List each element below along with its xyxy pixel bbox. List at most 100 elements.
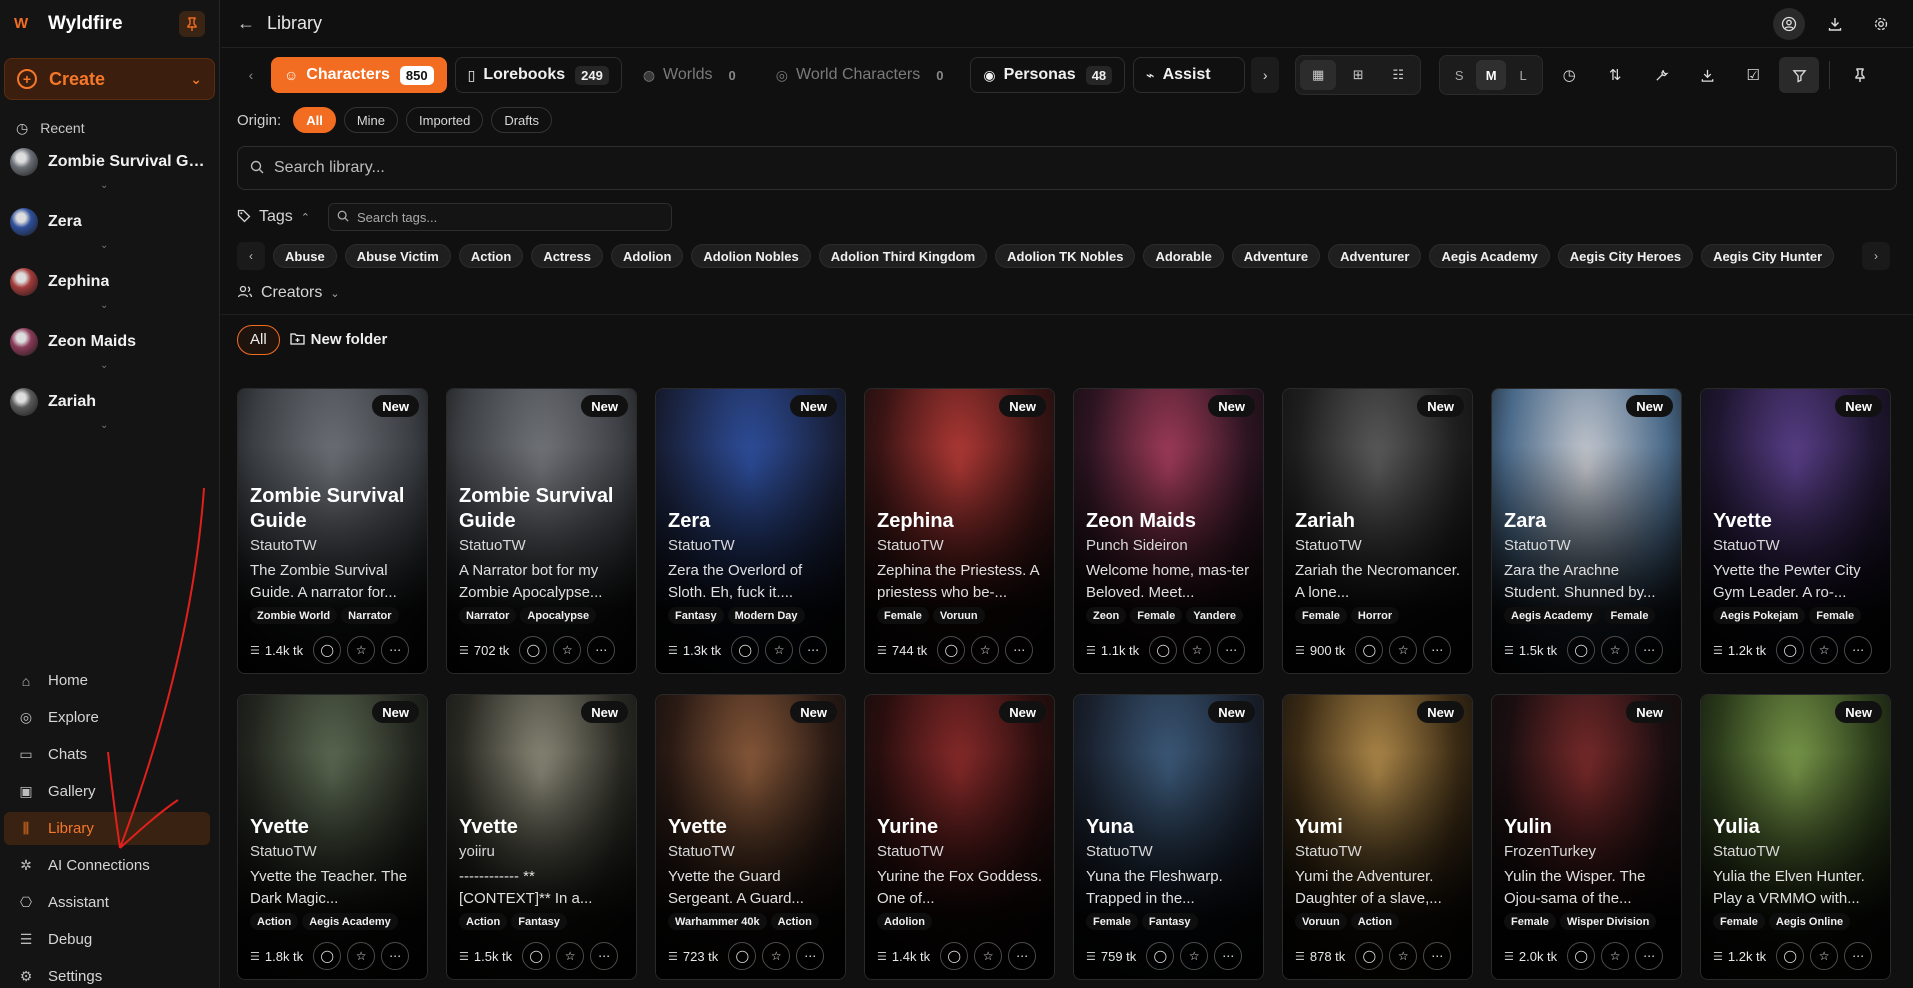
recent-sort-icon[interactable]: ◷ (1549, 57, 1589, 93)
sort-icon[interactable]: ⇅ (1595, 57, 1635, 93)
more-icon[interactable]: ⋯ (1008, 942, 1037, 970)
more-icon[interactable]: ⋯ (796, 942, 825, 970)
more-icon[interactable]: ⋯ (799, 636, 828, 664)
sidebar-item-home[interactable]: ⌂ Home (4, 664, 210, 697)
more-icon[interactable]: ⋯ (1635, 942, 1664, 970)
tags-toggle[interactable]: Tags ⌃ (237, 208, 310, 226)
star-icon[interactable]: ☆ (1389, 942, 1418, 970)
folder-all-button[interactable]: All (237, 324, 280, 355)
character-card[interactable]: New Zombie Survival Guide StautoTW The Zomb… (237, 388, 428, 674)
card-tag[interactable]: Action (770, 913, 819, 930)
card-tag[interactable]: Female (1603, 607, 1656, 624)
tag-chip[interactable]: Adolion TK Nobles (995, 244, 1136, 268)
character-card[interactable]: New Yvette StatuoTW Yvette the Teacher. The… (237, 694, 428, 980)
origin-drafts[interactable]: Drafts (491, 107, 552, 133)
card-author[interactable]: StatuoTW (668, 537, 835, 554)
character-card[interactable]: New Zariah StatuoTW Zariah the Necromancer.… (1282, 388, 1473, 674)
chat-bubble-icon[interactable]: ◯ (731, 636, 760, 664)
chevron-down-icon[interactable]: ⌄ (100, 240, 108, 251)
card-author[interactable]: StautoTW (250, 537, 417, 554)
card-tag[interactable]: Narrator (341, 607, 399, 624)
card-tag[interactable]: Female (1809, 607, 1862, 624)
view-list-icon[interactable]: ☷ (1380, 60, 1416, 90)
tag-chip[interactable]: Aegis City Hunter (1701, 244, 1835, 268)
tab-personas[interactable]: ◉ Personas 48 (970, 57, 1126, 93)
pin-toolbar-icon[interactable] (1840, 57, 1880, 93)
chevron-down-icon[interactable]: ⌄ (100, 420, 108, 431)
tag-chip[interactable]: Adventurer (1328, 244, 1422, 268)
tab-worlds[interactable]: ◍ Worlds 0 (630, 57, 755, 93)
tag-search-input[interactable] (357, 209, 658, 225)
card-tag[interactable]: Aegis Pokejam (1713, 607, 1806, 624)
chevron-down-icon[interactable]: ⌄ (100, 300, 108, 311)
chat-bubble-icon[interactable]: ◯ (519, 636, 548, 664)
tabs-scroll-left-icon[interactable]: ‹ (237, 57, 265, 93)
view-grid-icon[interactable]: ⊞ (1340, 60, 1376, 90)
new-folder-button[interactable]: New folder (290, 331, 387, 348)
character-card[interactable]: New Zephina StatuoTW Zephina the Priestess.… (864, 388, 1055, 674)
card-author[interactable]: StatuoTW (1504, 537, 1671, 554)
create-button[interactable]: + Create ⌄ (4, 58, 215, 100)
chat-bubble-icon[interactable]: ◯ (1149, 636, 1178, 664)
tabs-scroll-right-icon[interactable]: › (1251, 57, 1280, 93)
more-icon[interactable]: ⋯ (381, 636, 410, 664)
character-card[interactable]: New Yuna StatuoTW Yuna the Fleshwarp. Trapp… (1073, 694, 1264, 980)
star-icon[interactable]: ☆ (971, 636, 1000, 664)
origin-all[interactable]: All (293, 107, 336, 133)
search-input[interactable] (274, 159, 1884, 177)
chat-bubble-icon[interactable]: ◯ (728, 942, 757, 970)
card-tag[interactable]: Modern Day (727, 607, 805, 624)
chat-bubble-icon[interactable]: ◯ (1776, 636, 1805, 664)
card-author[interactable]: StatuoTW (1086, 843, 1253, 860)
tag-chip[interactable]: Abuse Victim (344, 244, 451, 268)
pin-sidebar-button[interactable] (179, 11, 205, 37)
chat-bubble-icon[interactable]: ◯ (522, 942, 551, 970)
filter-icon[interactable] (1779, 57, 1820, 93)
character-card[interactable]: New Yurine StatuoTW Yurine the Fox Goddess.… (864, 694, 1055, 980)
star-icon[interactable]: ☆ (762, 942, 791, 970)
star-icon[interactable]: ☆ (347, 942, 376, 970)
card-tag[interactable]: Zombie World (250, 607, 338, 624)
card-author[interactable]: StatuoTW (1295, 537, 1462, 554)
card-tag[interactable]: Female (1130, 607, 1183, 624)
more-icon[interactable]: ⋯ (587, 636, 616, 664)
more-icon[interactable]: ⋯ (1214, 942, 1243, 970)
tag-chip[interactable]: Aegis Academy (1429, 244, 1550, 268)
card-tag[interactable]: Aegis Academy (1504, 607, 1600, 624)
star-icon[interactable]: ☆ (553, 636, 582, 664)
card-tag[interactable]: Adolion (877, 913, 932, 930)
origin-mine[interactable]: Mine (343, 107, 398, 133)
star-icon[interactable]: ☆ (556, 942, 585, 970)
character-card[interactable]: New Yvette StatuoTW Yvette the Guard Sergea… (655, 694, 846, 980)
star-icon[interactable]: ☆ (974, 942, 1003, 970)
gear-icon[interactable] (1865, 8, 1897, 40)
star-icon[interactable]: ☆ (765, 636, 794, 664)
chat-bubble-icon[interactable]: ◯ (937, 636, 966, 664)
card-tag[interactable]: Fantasy (1141, 913, 1198, 930)
card-tag[interactable]: Female (1086, 913, 1138, 930)
view-large-grid-icon[interactable]: ▦ (1300, 60, 1337, 90)
chat-bubble-icon[interactable]: ◯ (313, 636, 342, 664)
tab-world-characters[interactable]: ◎ World Characters 0 (763, 57, 963, 93)
wrench-icon[interactable] (1641, 57, 1681, 93)
card-tag[interactable]: Action (1350, 913, 1399, 930)
tab-assist[interactable]: ⌁ Assist (1133, 57, 1246, 93)
chevron-right-icon[interactable]: › (1862, 242, 1890, 270)
chat-bubble-icon[interactable]: ◯ (1567, 942, 1596, 970)
chat-bubble-icon[interactable]: ◯ (940, 942, 969, 970)
card-author[interactable]: StatuoTW (1713, 537, 1880, 554)
star-icon[interactable]: ☆ (1180, 942, 1209, 970)
card-author[interactable]: StatuoTW (1713, 843, 1880, 860)
card-author[interactable]: FrozenTurkey (1504, 843, 1671, 860)
character-card[interactable]: New Yvette yoiiru ------------ ** [CONTEXT]… (446, 694, 637, 980)
card-author[interactable]: StatuoTW (877, 537, 1044, 554)
card-tag[interactable]: Narrator (459, 607, 517, 624)
sidebar-item-chats[interactable]: ▭ Chats (4, 738, 210, 771)
tab-lorebooks[interactable]: ▯ Lorebooks 249 (454, 57, 622, 93)
star-icon[interactable]: ☆ (1389, 636, 1418, 664)
recent-item[interactable]: Zariah ⌄ (0, 380, 219, 440)
download-icon[interactable] (1819, 8, 1851, 40)
more-icon[interactable]: ⋯ (1423, 636, 1452, 664)
card-tag[interactable]: Fantasy (511, 913, 567, 930)
card-tag[interactable]: Wisper Division (1559, 913, 1657, 930)
